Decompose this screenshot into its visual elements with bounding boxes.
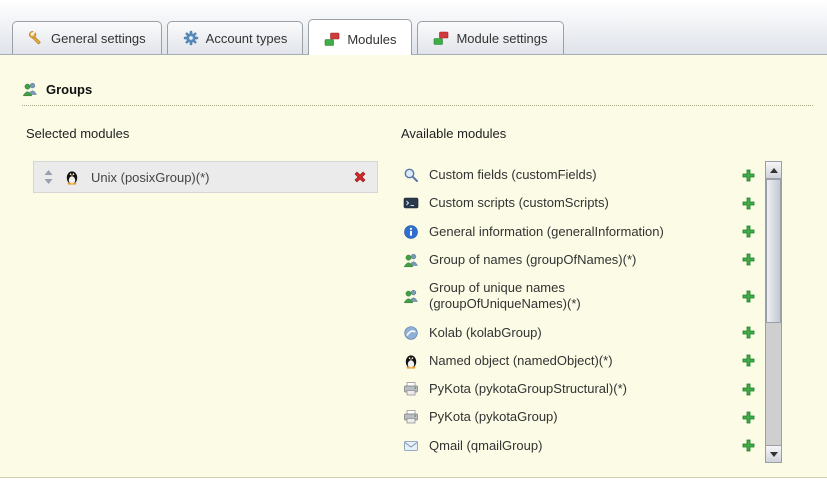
available-module-label: PyKota (pykotaGroup): [429, 409, 558, 425]
drag-handle-icon[interactable]: [44, 170, 53, 184]
group-icon: [403, 252, 419, 268]
add-module-button[interactable]: [742, 411, 755, 424]
available-module-label: Kolab (kolabGroup): [429, 325, 542, 341]
available-modules-list-wrap: Custom fields (customFields): [401, 161, 782, 463]
available-module-label: Custom scripts (customScripts): [429, 195, 609, 211]
available-module-row: Qmail (qmailGroup): [401, 432, 765, 460]
arrow-down-icon: [770, 452, 778, 457]
add-module-button[interactable]: [742, 354, 755, 367]
modules-icon: [324, 31, 340, 47]
kolab-icon: [403, 325, 419, 341]
add-module-button[interactable]: [742, 225, 755, 238]
group-icon: [403, 288, 419, 304]
magnifier-icon: [403, 167, 419, 183]
available-module-label: PyKota (pykotaGroupStructural)(*): [429, 381, 627, 397]
available-module-row: PyKota (pykotaGroupStructural)(*): [401, 375, 765, 403]
available-module-row: PyKota (pykotaGroup): [401, 403, 765, 431]
info-icon: [403, 224, 419, 240]
available-modules-heading: Available modules: [401, 126, 782, 141]
printer-icon: [403, 381, 419, 397]
tab-label: Module settings: [456, 31, 547, 46]
add-module-button[interactable]: [742, 169, 755, 182]
mail-icon: [403, 438, 419, 454]
add-module-button[interactable]: [742, 253, 755, 266]
tab-modules[interactable]: Modules: [308, 19, 412, 55]
modules-columns: Selected modules: [0, 126, 827, 463]
lam-configuration-window: General settings Account types: [0, 0, 827, 486]
wrench-icon: [28, 30, 44, 46]
available-module-label: Named object (namedObject)(*): [429, 353, 613, 369]
available-modules-column: Available modules Custom fields (customF…: [401, 126, 782, 463]
script-icon: [403, 195, 419, 211]
available-module-row: General information (generalInformation): [401, 218, 765, 246]
available-module-row: Custom scripts (customScripts): [401, 189, 765, 217]
available-module-row: Named object (namedObject)(*): [401, 347, 765, 375]
available-modules-list: Custom fields (customFields): [401, 161, 765, 460]
tab-account-types[interactable]: Account types: [167, 21, 304, 54]
available-module-label: Qmail (qmailGroup): [429, 438, 542, 454]
tab-label: Account types: [206, 31, 288, 46]
selected-modules-column: Selected modules: [26, 126, 401, 463]
add-module-button[interactable]: [742, 197, 755, 210]
arrow-up-icon: [770, 168, 778, 173]
scrollbar-track[interactable]: [766, 179, 781, 445]
tab-label: Modules: [347, 32, 396, 47]
available-module-label: General information (generalInformation): [429, 224, 664, 240]
available-module-label: Group of unique names (groupOfUniqueName…: [429, 280, 679, 313]
tux-icon: [403, 353, 419, 369]
printer-icon: [403, 409, 419, 425]
tab-label: General settings: [51, 31, 146, 46]
available-module-row: Group of names (groupOfNames)(*): [401, 246, 765, 274]
selected-module-label: Unix (posixGroup)(*): [91, 170, 342, 185]
scroll-down-button[interactable]: [766, 445, 781, 462]
add-module-button[interactable]: [742, 383, 755, 396]
available-module-label: Group of names (groupOfNames)(*): [429, 252, 636, 268]
remove-module-button[interactable]: [353, 170, 367, 184]
available-module-row: Kolab (kolabGroup): [401, 319, 765, 347]
gear-icon: [183, 30, 199, 46]
groups-icon: [22, 81, 38, 97]
tab-general-settings[interactable]: General settings: [12, 21, 162, 54]
module-settings-icon: [433, 30, 449, 46]
modules-panel: Groups Selected modules: [0, 55, 827, 478]
selected-module-row[interactable]: Unix (posixGroup)(*): [33, 161, 378, 193]
selected-modules-heading: Selected modules: [26, 126, 401, 141]
section-title: Groups: [46, 82, 92, 97]
add-module-button[interactable]: [742, 290, 755, 303]
tux-icon: [64, 169, 80, 185]
scrollbar[interactable]: [765, 161, 782, 463]
scrollbar-thumb[interactable]: [766, 179, 781, 323]
tab-bar: General settings Account types: [0, 0, 827, 55]
add-module-button[interactable]: [742, 326, 755, 339]
scroll-up-button[interactable]: [766, 162, 781, 179]
section-header: Groups: [22, 55, 813, 106]
available-module-row: Custom fields (customFields): [401, 161, 765, 189]
available-module-row: Group of unique names (groupOfUniqueName…: [401, 274, 765, 319]
tab-module-settings[interactable]: Module settings: [417, 21, 563, 54]
available-module-label: Custom fields (customFields): [429, 167, 597, 183]
add-module-button[interactable]: [742, 439, 755, 452]
